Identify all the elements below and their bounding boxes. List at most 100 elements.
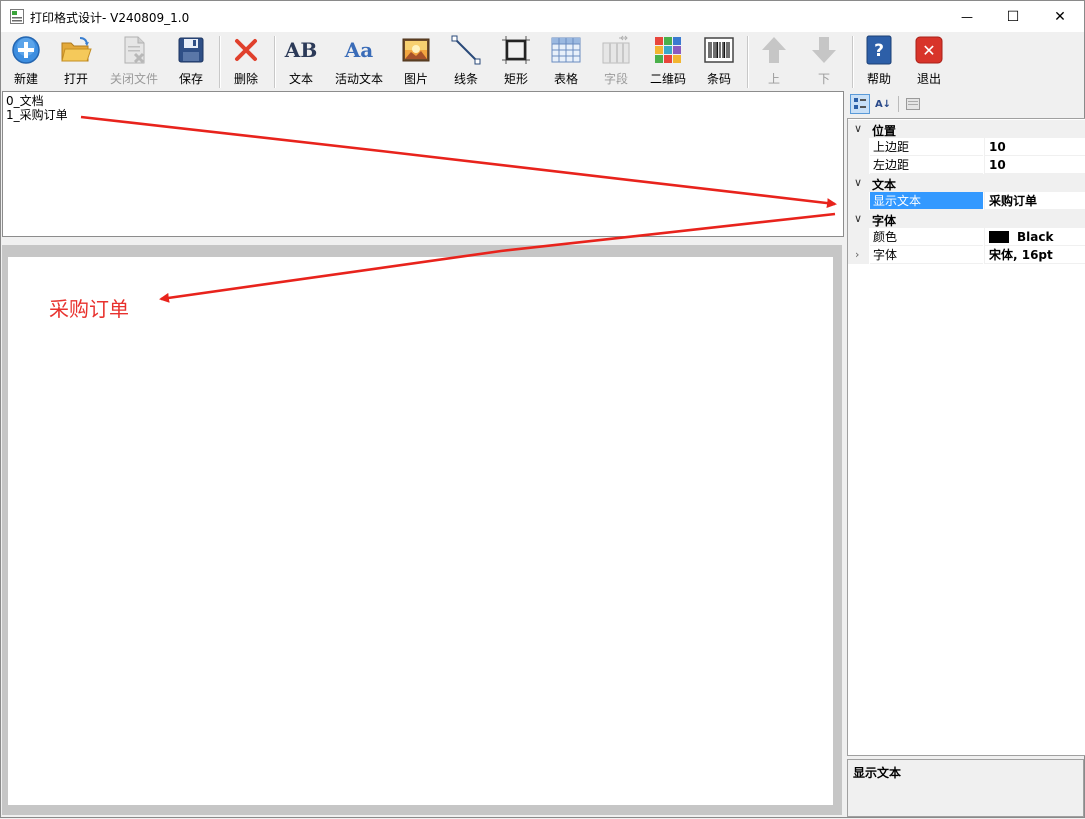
tree-node-document[interactable]: 0_文档	[6, 95, 44, 108]
property-row-font[interactable]: › 字体 宋体, 16pt	[848, 246, 1085, 264]
open-folder-icon	[61, 37, 92, 62]
category-position[interactable]: ∨ 位置	[848, 120, 1085, 138]
new-button[interactable]: 新建	[6, 34, 46, 90]
property-value-input[interactable]: 采购订单	[984, 192, 1085, 210]
delete-icon	[235, 39, 257, 61]
category-label: 字体	[872, 214, 897, 228]
category-label: 文本	[872, 178, 897, 192]
color-value-dropdown[interactable]: Black	[984, 228, 1085, 246]
rectangle-button[interactable]: 矩形	[496, 34, 536, 90]
toolbar-separator	[219, 36, 221, 88]
close-file-label: 关闭文件	[109, 72, 158, 86]
image-label: 图片	[403, 72, 428, 86]
toolbar: 新建 打开 关闭文件 保存 删除 AB 文本 Aa 活动文本 图片 线条 矩形 …	[1, 32, 1084, 91]
close-file-button[interactable]: 关闭文件	[107, 34, 161, 90]
table-label: 表格	[553, 72, 578, 86]
category-font[interactable]: ∨ 字体	[848, 210, 1085, 228]
rectangle-icon	[502, 36, 530, 64]
tree-node-purchase-order[interactable]: 1_采购订单	[6, 109, 68, 122]
property-grid-toolbar: A↓	[847, 91, 1084, 118]
property-name: 上边距	[870, 138, 983, 156]
text-label: 文本	[288, 72, 313, 86]
main-window: 打印格式设计- V240809_1.0 — ☐ ✕ 新建 打开 关闭文件 保存 …	[0, 0, 1085, 818]
qrcode-button[interactable]: 二维码	[646, 34, 690, 90]
save-button[interactable]: 保存	[171, 34, 211, 90]
arrow-up-icon	[762, 37, 786, 63]
new-icon	[12, 36, 40, 64]
save-label: 保存	[178, 72, 203, 86]
chevron-right-icon[interactable]: ›	[855, 248, 859, 261]
property-pages-button[interactable]	[903, 94, 923, 114]
delete-label: 删除	[233, 72, 258, 86]
property-name: 字体	[870, 246, 983, 264]
dynamic-text-icon: Aa	[344, 38, 374, 62]
barcode-button[interactable]: 条码	[699, 34, 739, 90]
chevron-down-icon: ∨	[854, 122, 863, 135]
text-icon: AB	[284, 38, 318, 62]
arrow-down-icon	[812, 37, 836, 63]
rectangle-label: 矩形	[503, 72, 528, 86]
element-tree[interactable]: 0_文档 1_采购订单	[2, 91, 844, 237]
field-icon	[602, 35, 630, 64]
property-value-input[interactable]: 10	[984, 138, 1085, 156]
property-grid: ∨ 位置 上边距 10 左边距 10 ∨ 文本 显示文本 采购订单 ∨ 字体 颜…	[847, 118, 1085, 756]
help-icon: ?	[866, 35, 892, 65]
close-file-icon	[124, 36, 145, 64]
save-icon	[178, 37, 204, 63]
design-canvas[interactable]	[8, 257, 833, 805]
barcode-label: 条码	[706, 72, 731, 86]
line-icon	[451, 35, 481, 65]
move-up-label: 上	[767, 72, 780, 86]
open-button[interactable]: 打开	[56, 34, 96, 90]
exit-button[interactable]: ✕ 退出	[909, 34, 949, 90]
canvas-text-element[interactable]: 采购订单	[49, 293, 129, 322]
move-down-label: 下	[817, 72, 830, 86]
color-swatch	[989, 231, 1009, 243]
svg-text:?: ?	[874, 41, 884, 61]
image-icon	[402, 38, 430, 62]
property-value-input[interactable]: 10	[984, 156, 1085, 174]
qrcode-icon	[655, 37, 681, 63]
move-down-button[interactable]: 下	[804, 34, 844, 90]
property-row-top-margin[interactable]: 上边距 10	[848, 138, 1085, 156]
help-button[interactable]: ? 帮助	[859, 34, 899, 90]
text-button[interactable]: AB 文本	[281, 34, 321, 90]
categorized-button[interactable]	[850, 94, 870, 114]
category-text[interactable]: ∨ 文本	[848, 174, 1085, 192]
table-icon	[551, 37, 581, 63]
new-label: 新建	[13, 72, 38, 86]
property-row-left-margin[interactable]: 左边距 10	[848, 156, 1085, 174]
maximize-icon: ☐	[1006, 8, 1020, 25]
field-label: 字段	[603, 72, 628, 86]
app-icon	[10, 9, 24, 24]
field-button[interactable]: 字段	[596, 34, 636, 90]
chevron-down-icon: ∨	[854, 176, 863, 189]
close-button[interactable]: ✕	[1037, 1, 1083, 32]
property-name-selected: 显示文本	[870, 192, 983, 210]
move-up-button[interactable]: 上	[754, 34, 794, 90]
property-row-color[interactable]: 颜色 Black	[848, 228, 1085, 246]
line-label: 线条	[453, 72, 478, 86]
barcode-icon	[704, 37, 734, 63]
property-pages-icon	[906, 98, 920, 110]
open-label: 打开	[63, 72, 88, 86]
maximize-button[interactable]: ☐	[990, 1, 1036, 32]
line-button[interactable]: 线条	[446, 34, 486, 90]
property-name: 左边距	[870, 156, 983, 174]
delete-button[interactable]: 删除	[226, 34, 266, 90]
property-value-input[interactable]: 宋体, 16pt	[984, 246, 1085, 264]
image-button[interactable]: 图片	[396, 34, 436, 90]
window-title: 打印格式设计- V240809_1.0	[30, 11, 190, 25]
table-button[interactable]: 表格	[546, 34, 586, 90]
alphabetical-button[interactable]: A↓	[873, 94, 893, 114]
description-title: 显示文本	[853, 766, 902, 780]
svg-text:✕: ✕	[922, 41, 935, 60]
help-label: 帮助	[866, 72, 891, 86]
dynamic-text-button[interactable]: Aa 活动文本	[331, 34, 387, 90]
qrcode-label: 二维码	[649, 72, 686, 86]
title-bar[interactable]: 打印格式设计- V240809_1.0 — ☐ ✕	[1, 1, 1084, 32]
property-row-display-text[interactable]: 显示文本 采购订单	[848, 192, 1085, 210]
color-value-text: Black	[1017, 230, 1054, 244]
minimize-button[interactable]: —	[944, 1, 990, 32]
toolbar-separator	[274, 36, 276, 88]
